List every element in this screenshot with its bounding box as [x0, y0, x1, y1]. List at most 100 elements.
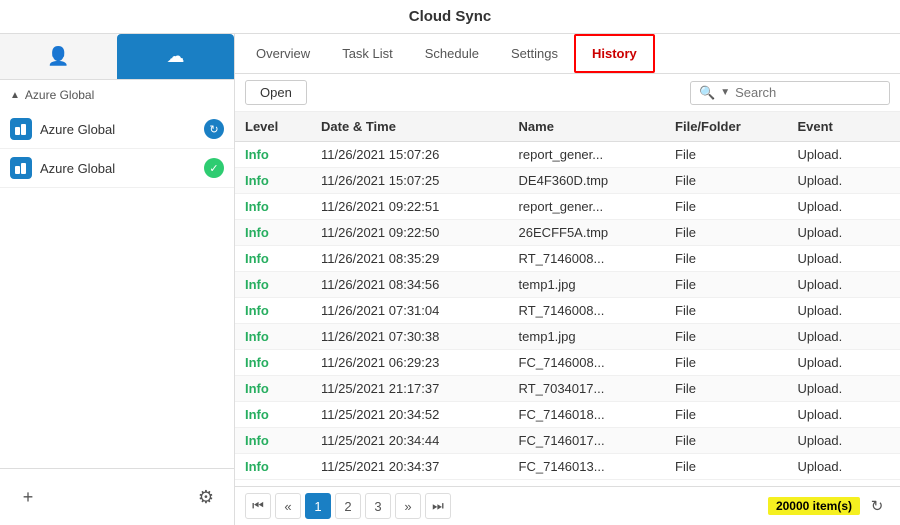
cell-level: Info [235, 246, 311, 272]
sidebar-item-azure-global-2[interactable]: Azure Global ✓ [0, 149, 234, 188]
chevron-down-icon: ▲ [10, 90, 20, 101]
toolbar: Open 🔍 ▼ [235, 74, 900, 112]
table-row[interactable]: Info 11/25/2021 20:34:52 FC_7146018... F… [235, 402, 900, 428]
cell-datetime: 11/25/2021 20:34:52 [311, 402, 509, 428]
sidebar-user-tab[interactable]: 👤 [0, 34, 117, 79]
pagination: ⏮ « 1 2 3 » ⏭ 20000 item(s) ↻ [235, 486, 900, 525]
table-row[interactable]: Info 11/25/2021 20:34:37 FC_7146013... F… [235, 454, 900, 480]
cell-event: Upload. [787, 298, 880, 324]
col-event: Event [787, 112, 880, 142]
cell-more [880, 376, 900, 402]
search-icon: 🔍 [699, 85, 715, 101]
cell-filefolder: File [665, 298, 787, 324]
cell-event: Upload. [787, 350, 880, 376]
cell-datetime: 11/26/2021 08:35:29 [311, 246, 509, 272]
sidebar-section-label: Azure Global [25, 88, 94, 102]
cell-more [880, 428, 900, 454]
cell-name: RT_7146008... [509, 246, 665, 272]
search-input[interactable] [735, 85, 881, 100]
cell-name: RT_7034017... [509, 376, 665, 402]
tab-schedule[interactable]: Schedule [409, 36, 495, 71]
cell-name: report_gener... [509, 194, 665, 220]
cell-filefolder: File [665, 454, 787, 480]
last-page-button[interactable]: ⏭ [425, 493, 451, 519]
cell-event: Upload. [787, 194, 880, 220]
col-filefolder: File/Folder [665, 112, 787, 142]
sidebar-item-azure-global-1[interactable]: Azure Global ↻ [0, 110, 234, 149]
cell-level: Info [235, 350, 311, 376]
cell-event: Upload. [787, 246, 880, 272]
cell-name: FC_7146008... [509, 350, 665, 376]
cell-more [880, 350, 900, 376]
table-row[interactable]: Info 11/26/2021 15:07:26 report_gener...… [235, 142, 900, 168]
page-2-button[interactable]: 2 [335, 493, 361, 519]
cell-level: Info [235, 402, 311, 428]
cloud-icon: ☁ [167, 46, 185, 67]
cell-event: Upload. [787, 428, 880, 454]
cell-more [880, 142, 900, 168]
settings-button[interactable]: ⚙ [188, 479, 224, 515]
tabs-bar: Overview Task List Schedule Settings His… [235, 34, 900, 74]
table-row[interactable]: Info 11/26/2021 08:34:56 temp1.jpg File … [235, 272, 900, 298]
cell-level: Info [235, 194, 311, 220]
cell-datetime: 11/26/2021 07:31:04 [311, 298, 509, 324]
cell-datetime: 11/25/2021 20:34:37 [311, 454, 509, 480]
first-page-button[interactable]: ⏮ [245, 493, 271, 519]
table-row[interactable]: Info 11/26/2021 07:31:04 RT_7146008... F… [235, 298, 900, 324]
sidebar-top-tabs: 👤 ☁ [0, 34, 234, 80]
cell-level: Info [235, 324, 311, 350]
table-row[interactable]: Info 11/26/2021 08:35:29 RT_7146008... F… [235, 246, 900, 272]
page-1-button[interactable]: 1 [305, 493, 331, 519]
table-row[interactable]: Info 11/26/2021 07:30:38 temp1.jpg File … [235, 324, 900, 350]
open-button[interactable]: Open [245, 80, 307, 105]
cell-datetime: 11/26/2021 06:29:23 [311, 350, 509, 376]
cell-name: FC_7146013... [509, 454, 665, 480]
cell-event: Upload. [787, 220, 880, 246]
tab-settings[interactable]: Settings [495, 36, 574, 71]
page-3-button[interactable]: 3 [365, 493, 391, 519]
cell-name: temp1.jpg [509, 324, 665, 350]
cell-filefolder: File [665, 324, 787, 350]
cell-name: FC_7146017... [509, 428, 665, 454]
table-row[interactable]: Info 11/26/2021 09:22:50 26ECFF5A.tmp Fi… [235, 220, 900, 246]
table-row[interactable]: Info 11/26/2021 06:29:23 FC_7146008... F… [235, 350, 900, 376]
cell-filefolder: File [665, 246, 787, 272]
cell-level: Info [235, 168, 311, 194]
sidebar-section-header: ▲ Azure Global [0, 80, 234, 110]
table-row[interactable]: Info 11/26/2021 15:07:25 DE4F360D.tmp Fi… [235, 168, 900, 194]
tab-overview[interactable]: Overview [240, 36, 326, 71]
azure-icon-2 [10, 157, 32, 179]
ok-status-icon-2: ✓ [204, 158, 224, 178]
table-row[interactable]: Info 11/25/2021 21:17:37 RT_7034017... F… [235, 376, 900, 402]
next-page-button[interactable]: » [395, 493, 421, 519]
sidebar-item-label-1: Azure Global [40, 122, 196, 137]
sidebar-cloud-tab[interactable]: ☁ [117, 34, 234, 79]
cell-datetime: 11/25/2021 21:17:37 [311, 376, 509, 402]
sidebar: 👤 ☁ ▲ Azure Global Azure Global ↻ [0, 34, 235, 525]
cell-more [880, 220, 900, 246]
cell-level: Info [235, 376, 311, 402]
cell-name: FC_7146018... [509, 402, 665, 428]
cell-datetime: 11/26/2021 09:22:50 [311, 220, 509, 246]
sidebar-item-label-2: Azure Global [40, 161, 196, 176]
cell-more [880, 194, 900, 220]
cell-level: Info [235, 454, 311, 480]
cell-name: report_gener... [509, 142, 665, 168]
title-bar: Cloud Sync [0, 0, 900, 34]
sidebar-bottom: + ⚙ [0, 468, 234, 525]
sync-status-icon-1: ↻ [204, 119, 224, 139]
cell-more [880, 298, 900, 324]
cell-filefolder: File [665, 428, 787, 454]
tab-tasklist[interactable]: Task List [326, 36, 409, 71]
refresh-button[interactable]: ↻ [864, 493, 890, 519]
table-row[interactable]: Info 11/26/2021 09:22:51 report_gener...… [235, 194, 900, 220]
tab-history[interactable]: History [574, 34, 655, 73]
add-button[interactable]: + [10, 479, 46, 515]
search-box[interactable]: 🔍 ▼ [690, 81, 890, 105]
table-row[interactable]: Info 11/25/2021 20:34:44 FC_7146017... F… [235, 428, 900, 454]
cell-filefolder: File [665, 142, 787, 168]
prev-page-button[interactable]: « [275, 493, 301, 519]
cell-datetime: 11/26/2021 15:07:26 [311, 142, 509, 168]
app-title: Cloud Sync [409, 8, 492, 25]
cell-event: Upload. [787, 324, 880, 350]
